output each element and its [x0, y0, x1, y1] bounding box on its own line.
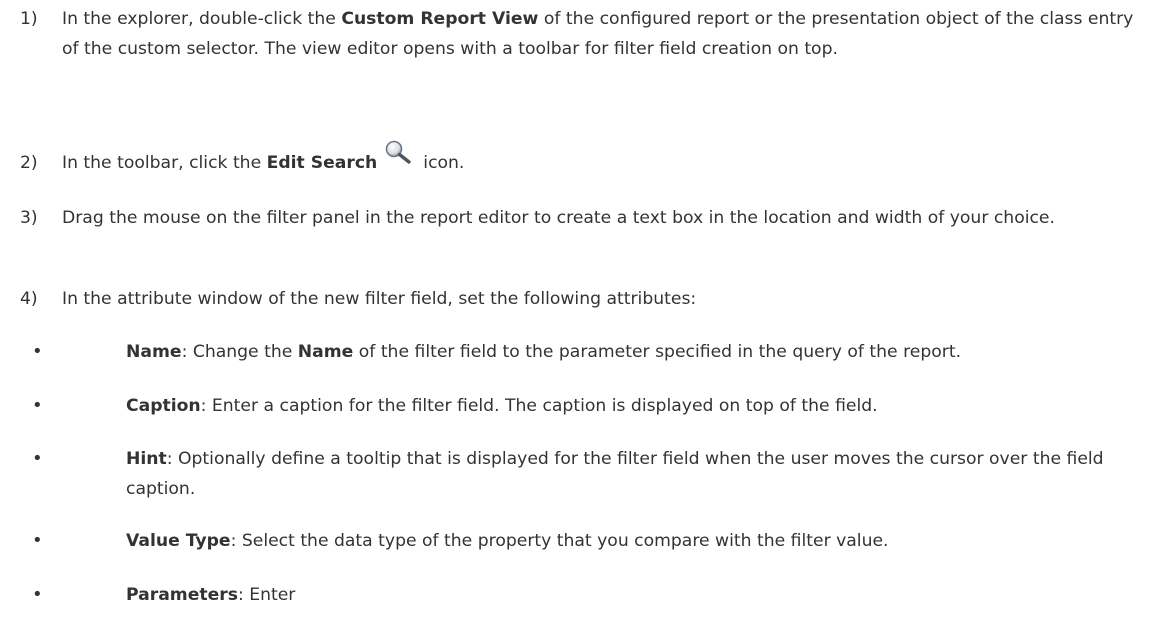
ui-term: Name	[297, 342, 354, 362]
ui-term: Custom Report View	[341, 9, 539, 29]
step-number: 4)	[20, 289, 38, 309]
step-2: 2) In the toolbar, click the Edit Search…	[20, 140, 1150, 178]
attribute-term: Hint	[126, 449, 167, 469]
attribute-term: Name	[126, 342, 182, 362]
bullet-symbol: •	[32, 448, 43, 469]
bullet-hint: • Hint: Optionally define a tooltip that…	[32, 444, 1152, 504]
step-number: 3)	[20, 208, 38, 228]
bullet-symbol: •	[32, 341, 43, 362]
step-3: 3) Drag the mouse on the filter panel in…	[20, 203, 1150, 233]
document-page: 1) In the explorer, double-click the Cus…	[0, 0, 1158, 627]
bullet-value-type: • Value Type: Select the data type of th…	[32, 526, 1152, 556]
step-text: In the explorer, double-click the Custom…	[62, 9, 1134, 59]
bullet-symbol: •	[32, 530, 43, 551]
attribute-term: Caption	[126, 396, 201, 416]
step-number: 2)	[20, 153, 38, 173]
bullet-name: • Name: Change the Name of the filter fi…	[32, 337, 1152, 367]
bullet-symbol: •	[32, 395, 43, 416]
magnifier-icon	[385, 140, 413, 164]
step-text: Drag the mouse on the filter panel in th…	[62, 208, 1055, 228]
step-number: 1)	[20, 9, 38, 29]
step-4: 4) In the attribute window of the new fi…	[20, 284, 1150, 314]
bullet-caption: • Caption: Enter a caption for the filte…	[32, 391, 1152, 421]
step-text: In the toolbar, click the Edit Search ico…	[62, 140, 1150, 178]
attribute-term: Parameters	[126, 585, 238, 605]
bullet-parameters: • Parameters: Enter	[32, 580, 1152, 610]
ui-term: Edit Search	[266, 153, 378, 173]
step-1: 1) In the explorer, double-click the Cus…	[20, 4, 1150, 64]
step-text: In the attribute window of the new filte…	[62, 289, 697, 309]
bullet-symbol: •	[32, 584, 43, 605]
attribute-term: Value Type	[126, 531, 231, 551]
